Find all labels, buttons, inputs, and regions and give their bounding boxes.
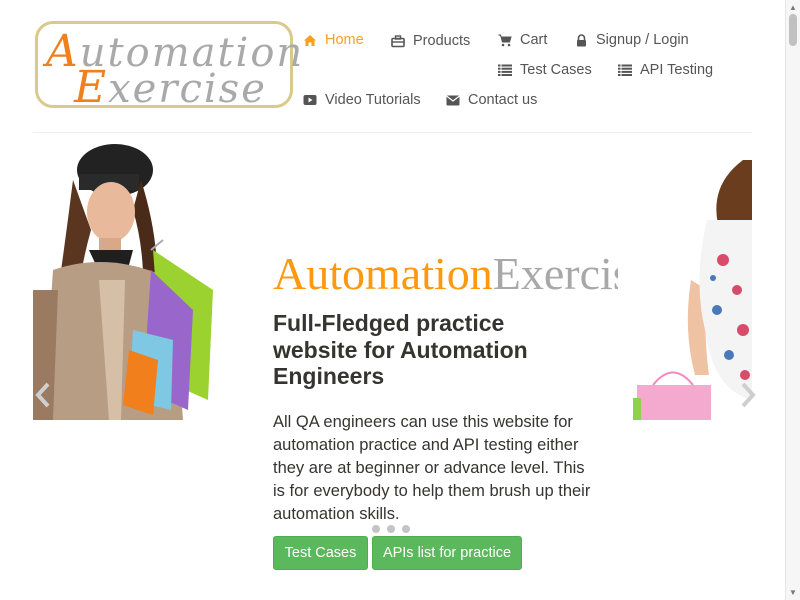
briefcase-icon	[391, 34, 405, 48]
carousel-next-arrow[interactable]	[737, 380, 757, 408]
nav-video-tutorials-label: Video Tutorials	[325, 92, 421, 108]
nav-contact-us[interactable]: Contact us	[446, 92, 537, 108]
nav-home[interactable]: Home	[303, 32, 364, 48]
shopping-cart-icon	[498, 33, 512, 47]
nav-products-label: Products	[413, 33, 471, 49]
hero-subtitle: Full-Fledged practice website for Automa…	[273, 310, 528, 389]
nav-contact-us-label: Contact us	[468, 92, 538, 108]
list-icon	[498, 63, 512, 77]
apis-list-button[interactable]: APIs list for practice	[372, 536, 522, 570]
nav-api-testing-label: API Testing	[640, 62, 714, 78]
chevron-right-icon	[737, 380, 757, 418]
nav-test-cases-label: Test Cases	[520, 62, 592, 78]
carousel-dot-2[interactable]	[387, 525, 395, 533]
carousel-indicators	[372, 525, 410, 533]
youtube-play-icon	[303, 93, 317, 107]
hero-title-part1: Automation	[273, 248, 493, 299]
vertical-scrollbar[interactable]: ▲ ▼	[785, 0, 800, 600]
nav-home-label: Home	[325, 32, 364, 48]
logo-line-exercise: Exercise	[74, 62, 267, 113]
scroll-down-icon[interactable]: ▼	[789, 588, 797, 597]
scroll-up-icon[interactable]: ▲	[789, 3, 797, 12]
envelope-icon	[446, 93, 460, 107]
chevron-left-icon	[34, 380, 54, 418]
hero-model-image-right	[633, 160, 752, 420]
nav-signup-login[interactable]: Signup / Login	[574, 32, 689, 48]
nav-api-testing[interactable]: API Testing	[618, 62, 713, 78]
home-icon	[303, 33, 317, 47]
list-icon	[618, 63, 632, 77]
scrollbar-thumb[interactable]	[789, 14, 797, 46]
header-divider	[33, 132, 752, 133]
test-cases-button[interactable]: Test Cases	[273, 536, 368, 570]
carousel-prev-arrow[interactable]	[34, 380, 54, 408]
hero-title-part2: Exercise	[492, 248, 618, 299]
carousel-dot-1[interactable]	[372, 525, 380, 533]
hero-model-image-left	[33, 144, 213, 420]
hero-title: AutomationExercise	[273, 246, 618, 302]
nav-products[interactable]: Products	[391, 33, 470, 49]
nav-video-tutorials[interactable]: Video Tutorials	[303, 92, 421, 108]
nav-cart-label: Cart	[520, 32, 548, 48]
nav-test-cases[interactable]: Test Cases	[498, 62, 592, 78]
hero-description: All QA engineers can use this website fo…	[273, 413, 591, 523]
nav-signup-login-label: Signup / Login	[596, 32, 689, 48]
carousel-dot-3[interactable]	[402, 525, 410, 533]
lock-icon	[574, 33, 588, 47]
nav-cart[interactable]: Cart	[498, 32, 547, 48]
site-logo[interactable]: Automation Exercise	[35, 21, 302, 113]
